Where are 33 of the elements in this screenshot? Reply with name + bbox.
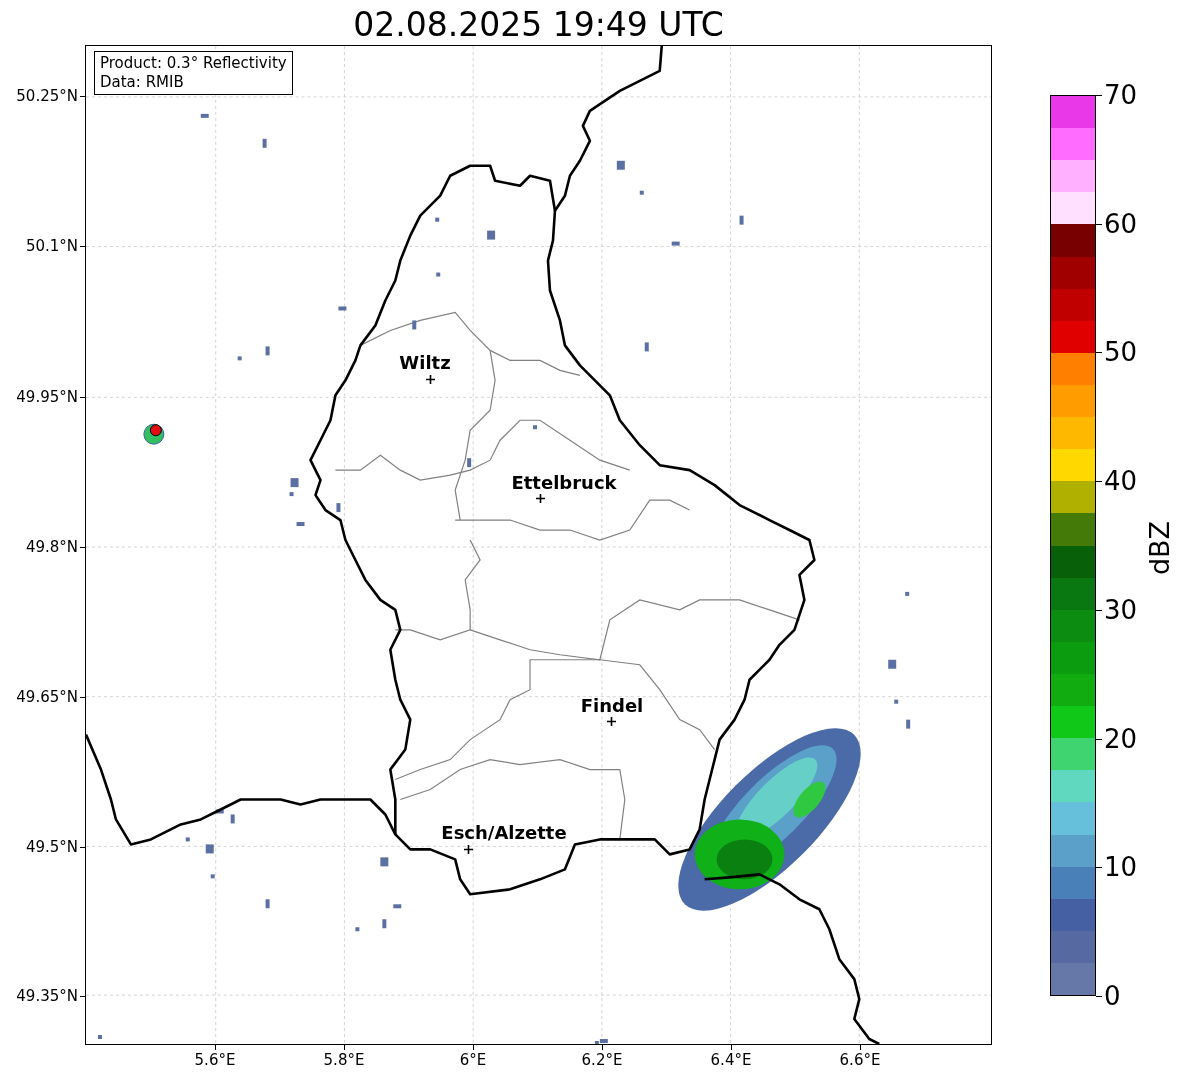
city-label: Findel (580, 695, 644, 717)
y-axis-tick-label: 49.5°N (24, 838, 78, 856)
legend-text: Product: 0.3° Reflectivity (100, 54, 287, 73)
x-axis-tick-label: 5.6°E (194, 1051, 236, 1069)
x-axis-tick-label: 6.2°E (581, 1051, 623, 1069)
colorbar-tick-label: 20 (1104, 723, 1138, 754)
y-axis-tick-label: 49.65°N (15, 688, 78, 706)
y-axis-tick-label: 50.1°N (24, 237, 78, 255)
x-axis-tick-label: 5.8°E (323, 1051, 365, 1069)
city-marker-icon (536, 494, 545, 503)
y-axis-tick-label: 50.25°N (15, 87, 78, 105)
city-label: Ettelbruck (511, 472, 617, 494)
y-axis-tick-label: 49.35°N (15, 987, 78, 1005)
city-label: Esch/Alzette (441, 822, 567, 844)
colorbar-tick-label: 0 (1104, 981, 1121, 1011)
colorbar-tick-label: 50 (1104, 337, 1138, 368)
city-label: Wiltz (399, 352, 451, 374)
colorbar-tick-label: 70 (1104, 80, 1138, 110)
legend-text: Data: RMIB (100, 73, 185, 92)
x-axis-tick-label: 6.6°E (839, 1051, 881, 1069)
x-axis-tick-label: 6.4°E (710, 1051, 752, 1069)
colorbar-tick-label: 30 (1104, 594, 1138, 625)
colorbar-tick-label: 40 (1104, 466, 1138, 497)
y-axis-tick-label: 49.95°N (15, 388, 78, 406)
colorbar-tick-label: 60 (1104, 208, 1138, 239)
colorbar-label: dBZ (1145, 520, 1175, 576)
chart-title: 02.08.2025 19:49 UTC (352, 4, 725, 46)
y-axis-tick-label: 49.8°N (24, 538, 78, 556)
city-marker-icon (426, 375, 435, 384)
colorbar-tick-label: 10 (1104, 852, 1138, 883)
x-axis-tick-label: 6°E (459, 1051, 487, 1069)
city-marker-icon (607, 717, 616, 726)
city-marker-icon (464, 845, 473, 854)
